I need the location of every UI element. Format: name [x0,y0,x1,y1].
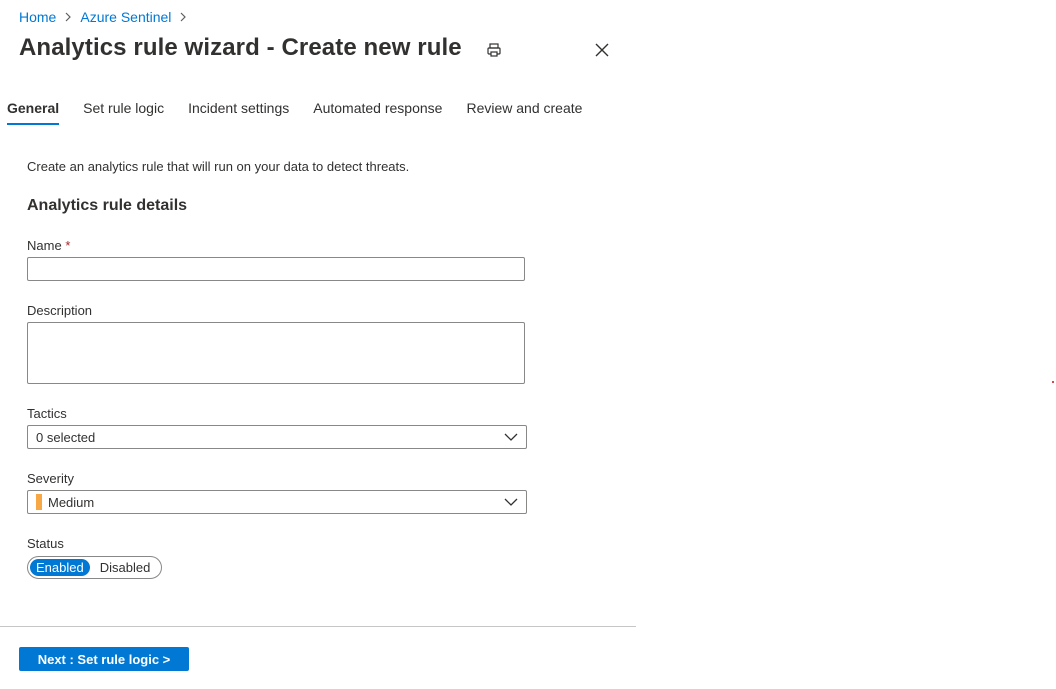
breadcrumb: Home Azure Sentinel [19,9,195,25]
description-label: Description [27,303,93,318]
close-icon[interactable] [595,43,609,57]
tactics-value: 0 selected [36,429,96,445]
status-label: Status [27,536,64,551]
tactics-label: Tactics [27,406,67,421]
severity-color-indicator [36,494,42,510]
severity-dropdown[interactable]: Medium [27,490,527,514]
title-row: Analytics rule wizard - Create new rule [19,34,502,62]
name-label-text: Name [27,238,62,253]
breadcrumb-home-link[interactable]: Home [19,9,56,25]
tab-automated-response[interactable]: Automated response [313,100,442,125]
chevron-right-icon [64,12,72,22]
description-textarea[interactable] [27,322,525,384]
print-icon[interactable] [486,42,502,58]
tab-general[interactable]: General [7,100,60,125]
tab-review-and-create[interactable]: Review and create [466,100,582,125]
tab-incident-settings[interactable]: Incident settings [188,100,289,125]
page-title: Analytics rule wizard - Create new rule [19,34,462,61]
status-enabled-option[interactable]: Enabled [30,559,90,576]
name-input[interactable] [27,257,525,281]
severity-value: Medium [48,494,95,510]
chevron-down-icon [504,433,518,441]
chevron-down-icon [504,498,518,506]
footer-divider [0,626,636,627]
stray-dot [1052,381,1054,383]
required-marker: * [65,238,71,253]
status-disabled-option[interactable]: Disabled [100,560,151,575]
wizard-tabs: General Set rule logic Incident settings… [7,100,606,125]
status-toggle: Enabled Disabled [27,556,162,579]
tactics-dropdown[interactable]: 0 selected [27,425,527,449]
breadcrumb-azure-sentinel-link[interactable]: Azure Sentinel [80,9,171,25]
name-label: Name * [27,238,70,253]
next-button[interactable]: Next : Set rule logic > [19,647,189,671]
severity-label: Severity [27,471,74,486]
chevron-right-icon [179,12,187,22]
tab-set-rule-logic[interactable]: Set rule logic [83,100,164,125]
section-heading: Analytics rule details [27,197,188,214]
intro-text: Create an analytics rule that will run o… [27,159,410,174]
